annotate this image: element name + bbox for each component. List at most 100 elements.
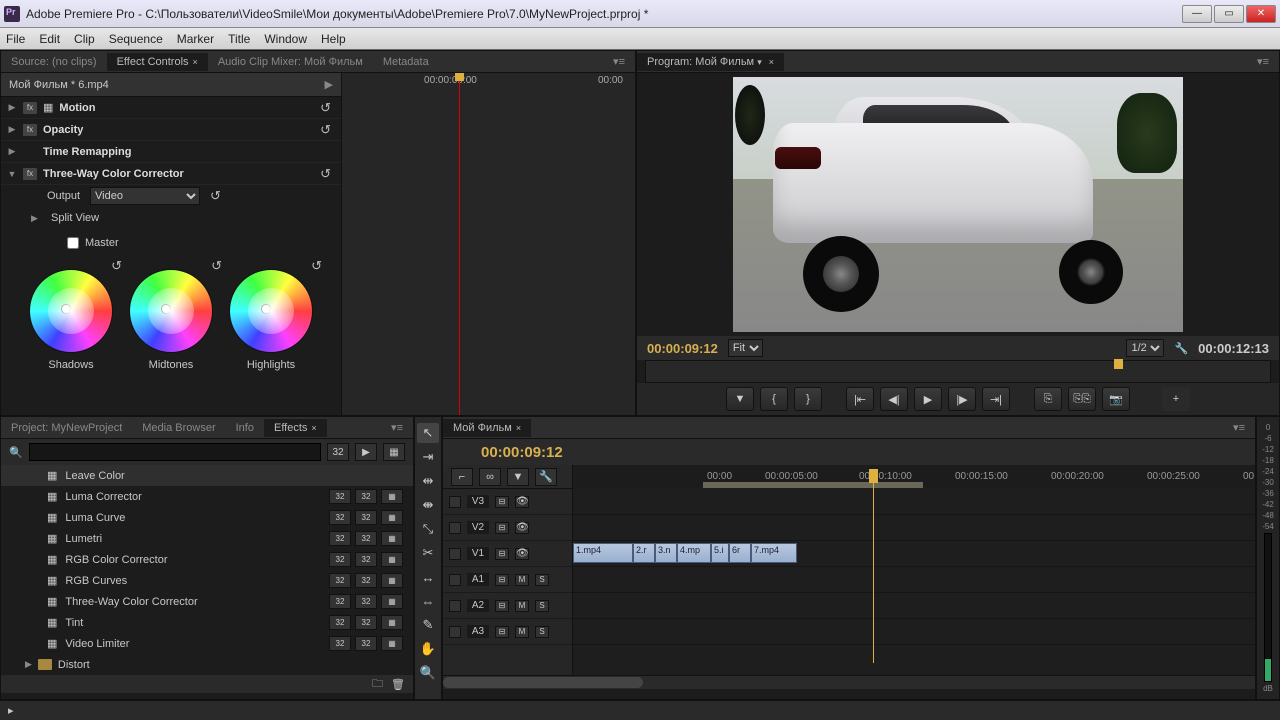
menu-help[interactable]: Help	[321, 32, 346, 46]
tab-sequence[interactable]: Мой Фильм×	[443, 419, 531, 437]
folder-distort[interactable]: ▶ Distort	[1, 654, 413, 675]
wrench-icon[interactable]: 🔧	[1174, 342, 1188, 355]
source-patch[interactable]: ⊟	[495, 600, 509, 612]
reset-icon[interactable]: ↺	[320, 166, 331, 182]
eye-icon[interactable]	[515, 522, 529, 534]
minimize-button[interactable]: —	[1182, 5, 1212, 23]
effect-item[interactable]: ▦Tint3232▦	[1, 612, 413, 633]
playhead-icon[interactable]	[1114, 359, 1123, 369]
panel-menu-icon[interactable]: ▾≡	[1247, 52, 1279, 71]
close-button[interactable]: ✕	[1246, 5, 1276, 23]
audio-track-head[interactable]: A2⊟MS	[443, 593, 572, 619]
preset-filter-accelerated[interactable]: ▶	[355, 443, 377, 461]
source-patch[interactable]: ⊟	[495, 626, 509, 638]
mark-in-button[interactable]: {	[760, 387, 788, 411]
source-patch[interactable]: ⊟	[495, 522, 509, 534]
solo-button[interactable]: S	[535, 600, 549, 612]
lock-icon[interactable]	[449, 496, 461, 508]
mute-button[interactable]: M	[515, 626, 529, 638]
source-patch[interactable]: ⊟	[495, 496, 509, 508]
play-button[interactable]: ▶	[914, 387, 942, 411]
reset-icon[interactable]: ↺	[211, 258, 222, 274]
program-scrub-bar[interactable]	[645, 360, 1271, 383]
close-icon[interactable]: ×	[193, 57, 198, 67]
reset-icon[interactable]: ↺	[111, 258, 122, 274]
linked-selection-button[interactable]: ∞	[479, 468, 501, 486]
lock-icon[interactable]	[449, 574, 461, 586]
video-track-head[interactable]: V1⊟	[443, 541, 572, 567]
tab-media-browser[interactable]: Media Browser	[132, 419, 225, 437]
close-icon[interactable]: ×	[516, 423, 521, 433]
mute-button[interactable]: M	[515, 600, 529, 612]
effect-item[interactable]: ▦Lumetri3232▦	[1, 528, 413, 549]
timeline-clip[interactable]: 4.mp	[677, 543, 711, 563]
timeline-clip[interactable]: 2.r	[633, 543, 655, 563]
slide-tool[interactable]: ⇔	[417, 591, 439, 611]
lift-button[interactable]: ⎘	[1034, 387, 1062, 411]
add-marker-button[interactable]: ▼	[507, 468, 529, 486]
menu-title[interactable]: Title	[228, 32, 250, 46]
menu-window[interactable]: Window	[264, 32, 307, 46]
solo-button[interactable]: S	[535, 626, 549, 638]
tab-effect-controls[interactable]: Effect Controls×	[107, 53, 208, 71]
close-icon[interactable]: ×	[769, 57, 774, 67]
maximize-button[interactable]: ▭	[1214, 5, 1244, 23]
marker-button[interactable]: ▼	[726, 387, 754, 411]
effect-item[interactable]: ▦Luma Corrector3232▦	[1, 486, 413, 507]
tab-program[interactable]: Program: Мой Фильм ▾ ×	[637, 53, 784, 71]
timeline-clip[interactable]: 3.n	[655, 543, 677, 563]
tab-metadata[interactable]: Metadata	[373, 53, 439, 71]
snap-button[interactable]: ⌐	[451, 468, 473, 486]
tab-info[interactable]: Info	[226, 419, 264, 437]
source-patch[interactable]: ⊟	[495, 548, 509, 560]
timeline-clip[interactable]: 7.mp4	[751, 543, 797, 563]
selection-tool[interactable]: ↖	[417, 423, 439, 443]
panel-menu-icon[interactable]: ▾≡	[603, 52, 635, 71]
tab-project[interactable]: Project: MyNewProject	[1, 419, 132, 437]
rate-stretch-tool[interactable]: ⤡	[417, 519, 439, 539]
timeline-clip[interactable]: 6r	[729, 543, 751, 563]
video-track-head[interactable]: V2⊟	[443, 515, 572, 541]
track-select-tool[interactable]: ⇥	[417, 447, 439, 467]
reset-icon[interactable]: ↺	[210, 188, 221, 204]
video-lane[interactable]: 1.mp42.r3.n4.mp5.i6r7.mp4	[573, 541, 1255, 567]
preset-filter-yuv[interactable]: ▦	[383, 443, 405, 461]
panel-menu-icon[interactable]: ▾≡	[1223, 418, 1255, 437]
effect-opacity[interactable]: ▶fx Opacity ↺	[1, 119, 341, 141]
pen-tool[interactable]: ✎	[417, 615, 439, 635]
program-timecode[interactable]: 00:00:09:12	[647, 341, 718, 356]
effect-item[interactable]: ▦Luma Curve3232▦	[1, 507, 413, 528]
menu-edit[interactable]: Edit	[39, 32, 60, 46]
reset-icon[interactable]: ↺	[320, 122, 331, 138]
audio-track-head[interactable]: A3⊟MS	[443, 619, 572, 645]
lock-icon[interactable]	[449, 548, 461, 560]
eye-icon[interactable]	[515, 548, 529, 560]
reset-icon[interactable]: ↺	[311, 258, 322, 274]
shadows-wheel[interactable]: ↺	[29, 269, 113, 353]
effect-three-way-color[interactable]: ▼fx Three-Way Color Corrector ↺	[1, 163, 341, 185]
chevron-right-icon[interactable]: ▶	[325, 78, 333, 91]
ripple-edit-tool[interactable]: ⇹	[417, 471, 439, 491]
master-checkbox[interactable]	[67, 237, 79, 249]
step-back-button[interactable]: ◀|	[880, 387, 908, 411]
razor-tool[interactable]: ✂	[417, 543, 439, 563]
solo-button[interactable]: S	[535, 574, 549, 586]
source-patch[interactable]: ⊟	[495, 574, 509, 586]
audio-lane[interactable]	[573, 619, 1255, 645]
video-track-head[interactable]: V3⊟	[443, 489, 572, 515]
lock-icon[interactable]	[449, 522, 461, 534]
ec-mini-timeline[interactable]: 00:00:09:00 00:00	[341, 73, 635, 415]
program-preview[interactable]	[733, 77, 1183, 332]
menu-file[interactable]: File	[6, 32, 25, 46]
trash-icon[interactable]: 🗑	[391, 678, 405, 691]
menu-clip[interactable]: Clip	[74, 32, 95, 46]
video-lane[interactable]	[573, 515, 1255, 541]
playhead-icon[interactable]	[459, 73, 460, 415]
hand-tool[interactable]: ✋	[417, 639, 439, 659]
video-lane[interactable]	[573, 489, 1255, 515]
export-frame-button[interactable]: 📷	[1102, 387, 1130, 411]
preset-filter-32[interactable]: 32	[327, 443, 349, 461]
extract-button[interactable]: ⎘⎘	[1068, 387, 1096, 411]
resolution-select[interactable]: 1/2	[1126, 339, 1164, 357]
zoom-tool[interactable]: 🔍	[417, 663, 439, 683]
